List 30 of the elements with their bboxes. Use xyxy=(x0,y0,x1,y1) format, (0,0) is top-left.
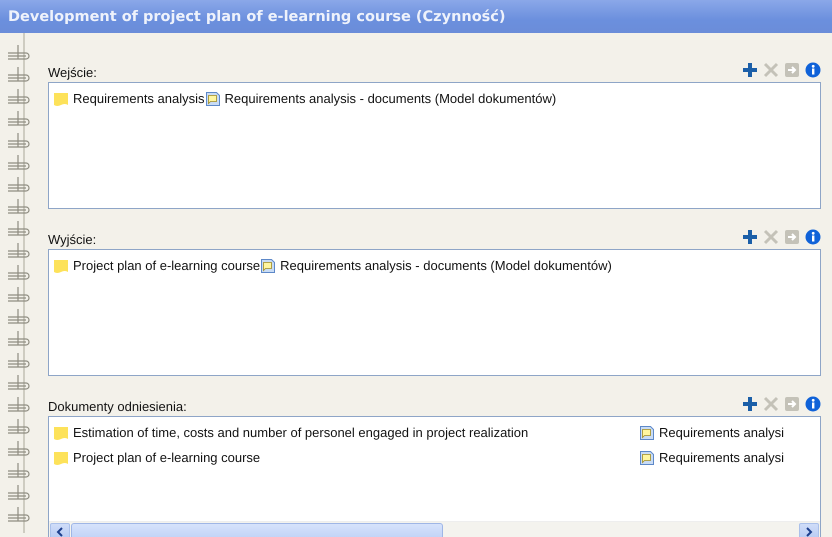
horizontal-scrollbar[interactable] xyxy=(49,521,820,537)
section-label: Wejście: xyxy=(48,65,97,82)
section-label: Wyjście: xyxy=(48,232,96,249)
section-label: Dokumenty odniesienia: xyxy=(48,399,187,416)
item-name[interactable]: Requirements analysis xyxy=(73,91,205,106)
document-name[interactable]: Requirements analysi xyxy=(659,450,784,465)
window-title: Development of project plan of e-learning course (Czynność) xyxy=(8,8,506,24)
add-icon[interactable] xyxy=(742,62,758,78)
folder-icon xyxy=(53,90,69,106)
folder-icon xyxy=(53,450,69,466)
document-name[interactable]: Requirements analysi xyxy=(659,425,784,440)
info-icon[interactable] xyxy=(805,229,821,245)
document-name[interactable]: Requirements analysis - documents (Model dokumentów) xyxy=(280,258,612,273)
item-name[interactable]: Project plan of e-learning course xyxy=(73,450,260,465)
scroll-right-button[interactable] xyxy=(799,523,819,537)
document-icon xyxy=(639,450,655,466)
document-icon xyxy=(204,90,221,106)
add-icon[interactable] xyxy=(742,396,758,412)
info-icon[interactable] xyxy=(805,62,821,78)
document-icon xyxy=(639,424,655,440)
item-name[interactable]: Estimation of time, costs and number of personel engaged in project realization xyxy=(73,425,528,440)
document-icon xyxy=(260,258,276,274)
folder-icon xyxy=(53,258,69,274)
document-name[interactable]: Requirements analysis - documents (Model dokumentów) xyxy=(224,91,556,106)
info-icon[interactable] xyxy=(805,396,821,412)
scroll-thumb[interactable] xyxy=(71,523,443,537)
item-name[interactable]: Project plan of e-learning course xyxy=(73,258,260,273)
add-icon[interactable] xyxy=(742,229,758,245)
scroll-left-button[interactable] xyxy=(50,523,70,537)
folder-icon xyxy=(53,424,69,440)
